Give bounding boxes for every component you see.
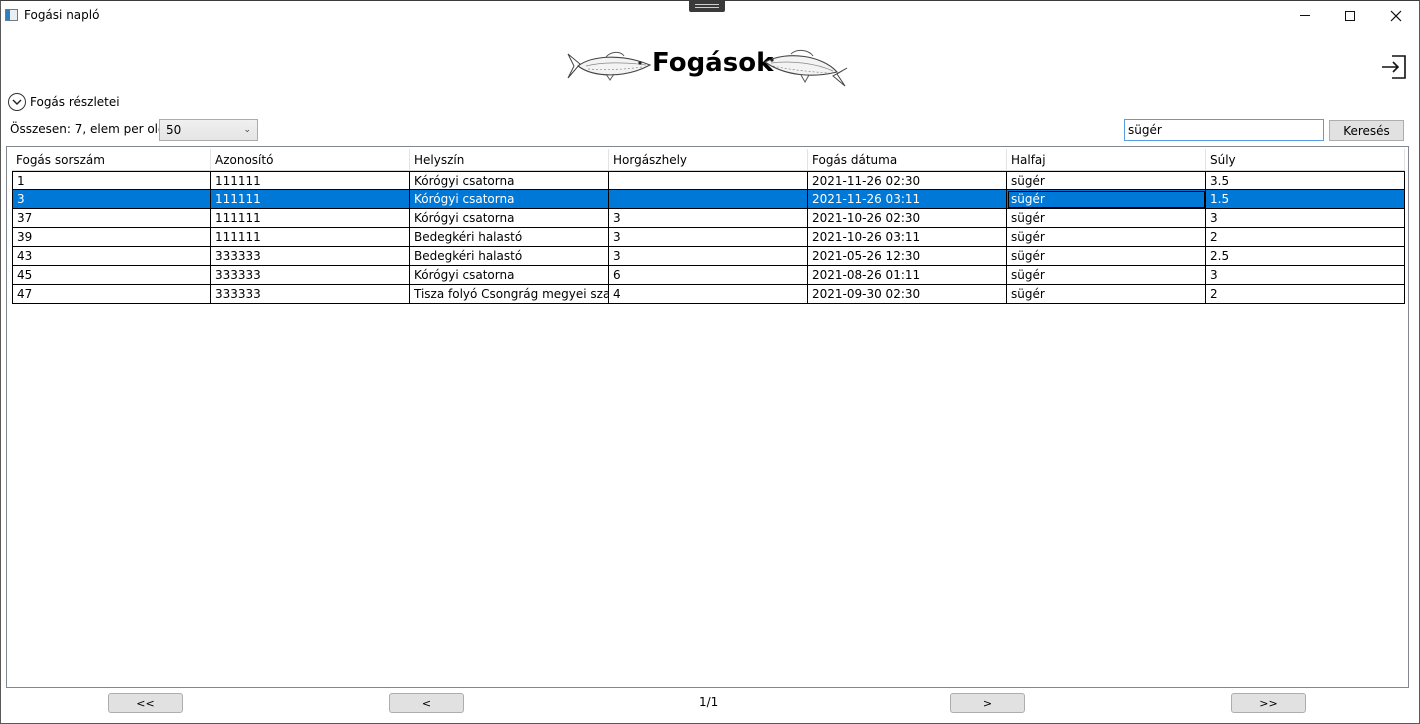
- table-cell[interactable]: 111111: [211, 228, 410, 247]
- table-row[interactable]: 43 333333 Bedegkéri halastó 3 2021-05-26 12:…: [12, 247, 1405, 266]
- table-cell[interactable]: 3: [609, 247, 808, 266]
- table-cell[interactable]: 111111: [211, 171, 410, 190]
- table-cell[interactable]: sügér: [1007, 171, 1206, 190]
- fish-left-icon: [567, 51, 652, 81]
- table-cell[interactable]: 3: [12, 190, 211, 209]
- table-cell[interactable]: [609, 171, 808, 190]
- page-size-select[interactable]: 50 ⌄: [159, 119, 258, 141]
- expander-label: Fogás részletei: [30, 95, 120, 109]
- table-cell[interactable]: Kórógyi csatorna: [410, 266, 609, 285]
- table-cell[interactable]: 37: [12, 209, 211, 228]
- table-row[interactable]: 45 333333 Kórógyi csatorna 6 2021-08-26 01:1…: [12, 266, 1405, 285]
- catches-table[interactable]: Fogás sorszám Azonosító Helyszín Horgász…: [6, 146, 1409, 688]
- table-cell[interactable]: 3.5: [1206, 171, 1405, 190]
- table-cell[interactable]: 333333: [211, 285, 410, 304]
- minimize-button[interactable]: [1282, 0, 1328, 31]
- table-cell[interactable]: 2021-08-26 01:11: [808, 266, 1007, 285]
- table-cell[interactable]: 2021-05-26 12:30: [808, 247, 1007, 266]
- table-cell[interactable]: 43: [12, 247, 211, 266]
- fish-right-icon: [763, 49, 848, 87]
- search-button[interactable]: Keresés: [1329, 120, 1404, 141]
- minimize-icon: [1300, 15, 1310, 16]
- close-icon: [1390, 10, 1402, 21]
- details-expander[interactable]: Fogás részletei: [8, 93, 120, 111]
- table-cell[interactable]: Tisza folyó Csongrág megyei szakasz: [410, 285, 609, 304]
- first-page-button[interactable]: <<: [108, 693, 183, 713]
- table-header-row: Fogás sorszám Azonosító Helyszín Horgász…: [12, 149, 1405, 171]
- table-cell[interactable]: 6: [609, 266, 808, 285]
- table-row[interactable]: 1 111111 Kórógyi csatorna 2021-11-26 02:30 s…: [12, 171, 1405, 190]
- table-cell[interactable]: 2021-11-26 02:30: [808, 171, 1007, 190]
- table-cell[interactable]: sügér: [1007, 247, 1206, 266]
- table-cell[interactable]: 2021-10-26 02:30: [808, 209, 1007, 228]
- table-cell[interactable]: 3: [1206, 266, 1405, 285]
- table-cell[interactable]: sügér: [1007, 266, 1206, 285]
- last-page-button[interactable]: >>: [1231, 693, 1306, 713]
- table-cell[interactable]: 3: [1206, 209, 1405, 228]
- page-size-value: 50: [166, 123, 182, 137]
- maximize-icon: [1345, 10, 1355, 21]
- table-cell[interactable]: sügér: [1007, 190, 1206, 209]
- table-cell[interactable]: 47: [12, 285, 211, 304]
- column-header[interactable]: Súly: [1206, 149, 1405, 171]
- page-title: Fogások: [652, 48, 774, 78]
- table-cell[interactable]: 111111: [211, 190, 410, 209]
- table-cell[interactable]: 2.5: [1206, 247, 1405, 266]
- table-row[interactable]: 37 111111 Kórógyi csatorna 3 2021-10-26 02:3…: [12, 209, 1405, 228]
- next-page-button[interactable]: >: [950, 693, 1025, 713]
- column-header[interactable]: Halfaj: [1007, 149, 1206, 171]
- maximize-button[interactable]: [1327, 0, 1373, 31]
- window-title: Fogási napló: [24, 8, 100, 22]
- previous-page-button[interactable]: <: [389, 693, 464, 713]
- search-input[interactable]: sügér: [1124, 119, 1324, 141]
- column-header[interactable]: Horgászhely: [609, 149, 808, 171]
- table-row[interactable]: 39 111111 Bedegkéri halastó 3 2021-10-26 03:…: [12, 228, 1405, 247]
- table-cell[interactable]: sügér: [1007, 228, 1206, 247]
- table-cell[interactable]: 1.5: [1206, 190, 1405, 209]
- column-header[interactable]: Azonosító: [211, 149, 410, 171]
- table-cell[interactable]: 333333: [211, 247, 410, 266]
- table-cell[interactable]: 333333: [211, 266, 410, 285]
- page-indicator: 1/1: [699, 695, 719, 709]
- table-cell[interactable]: Bedegkéri halastó: [410, 247, 609, 266]
- table-cell[interactable]: Bedegkéri halastó: [410, 228, 609, 247]
- column-header[interactable]: Fogás dátuma: [808, 149, 1007, 171]
- total-count-label: Összesen: 7, elem per oldal:: [10, 122, 181, 136]
- table-cell[interactable]: Kórógyi csatorna: [410, 171, 609, 190]
- table-cell[interactable]: 45: [12, 266, 211, 285]
- table-cell[interactable]: 1: [12, 171, 211, 190]
- table-cell[interactable]: 3: [609, 228, 808, 247]
- table-cell[interactable]: 2021-09-30 02:30: [808, 285, 1007, 304]
- column-header[interactable]: Helyszín: [410, 149, 609, 171]
- table-cell[interactable]: 3: [609, 209, 808, 228]
- table-cell[interactable]: 2: [1206, 285, 1405, 304]
- table-cell[interactable]: [609, 190, 808, 209]
- table-cell[interactable]: 2: [1206, 228, 1405, 247]
- drag-handle-icon[interactable]: [689, 0, 725, 12]
- chevron-down-icon: ⌄: [243, 125, 251, 135]
- table-cell[interactable]: 111111: [211, 209, 410, 228]
- table-cell[interactable]: 2021-11-26 03:11: [808, 190, 1007, 209]
- title-bar[interactable]: Fogási napló: [0, 0, 1420, 31]
- table-cell[interactable]: 2021-10-26 03:11: [808, 228, 1007, 247]
- table-cell[interactable]: Kórógyi csatorna: [410, 209, 609, 228]
- table-cell[interactable]: Kórógyi csatorna: [410, 190, 609, 209]
- column-header[interactable]: Fogás sorszám: [12, 149, 211, 171]
- app-icon: [5, 9, 18, 21]
- table-row[interactable]: 47333333Tisza folyó Csongrág megyei szak…: [12, 285, 1405, 304]
- table-cell[interactable]: 4: [609, 285, 808, 304]
- chevron-down-icon: [8, 93, 26, 111]
- table-row[interactable]: 3 111111 Kórógyi csatorna 2021-11-26 03:11 s…: [12, 190, 1405, 209]
- close-button[interactable]: [1373, 0, 1419, 31]
- table-cell[interactable]: 39: [12, 228, 211, 247]
- logout-icon[interactable]: [1380, 53, 1408, 81]
- table-cell[interactable]: sügér: [1007, 209, 1206, 228]
- table-cell[interactable]: sügér: [1007, 285, 1206, 304]
